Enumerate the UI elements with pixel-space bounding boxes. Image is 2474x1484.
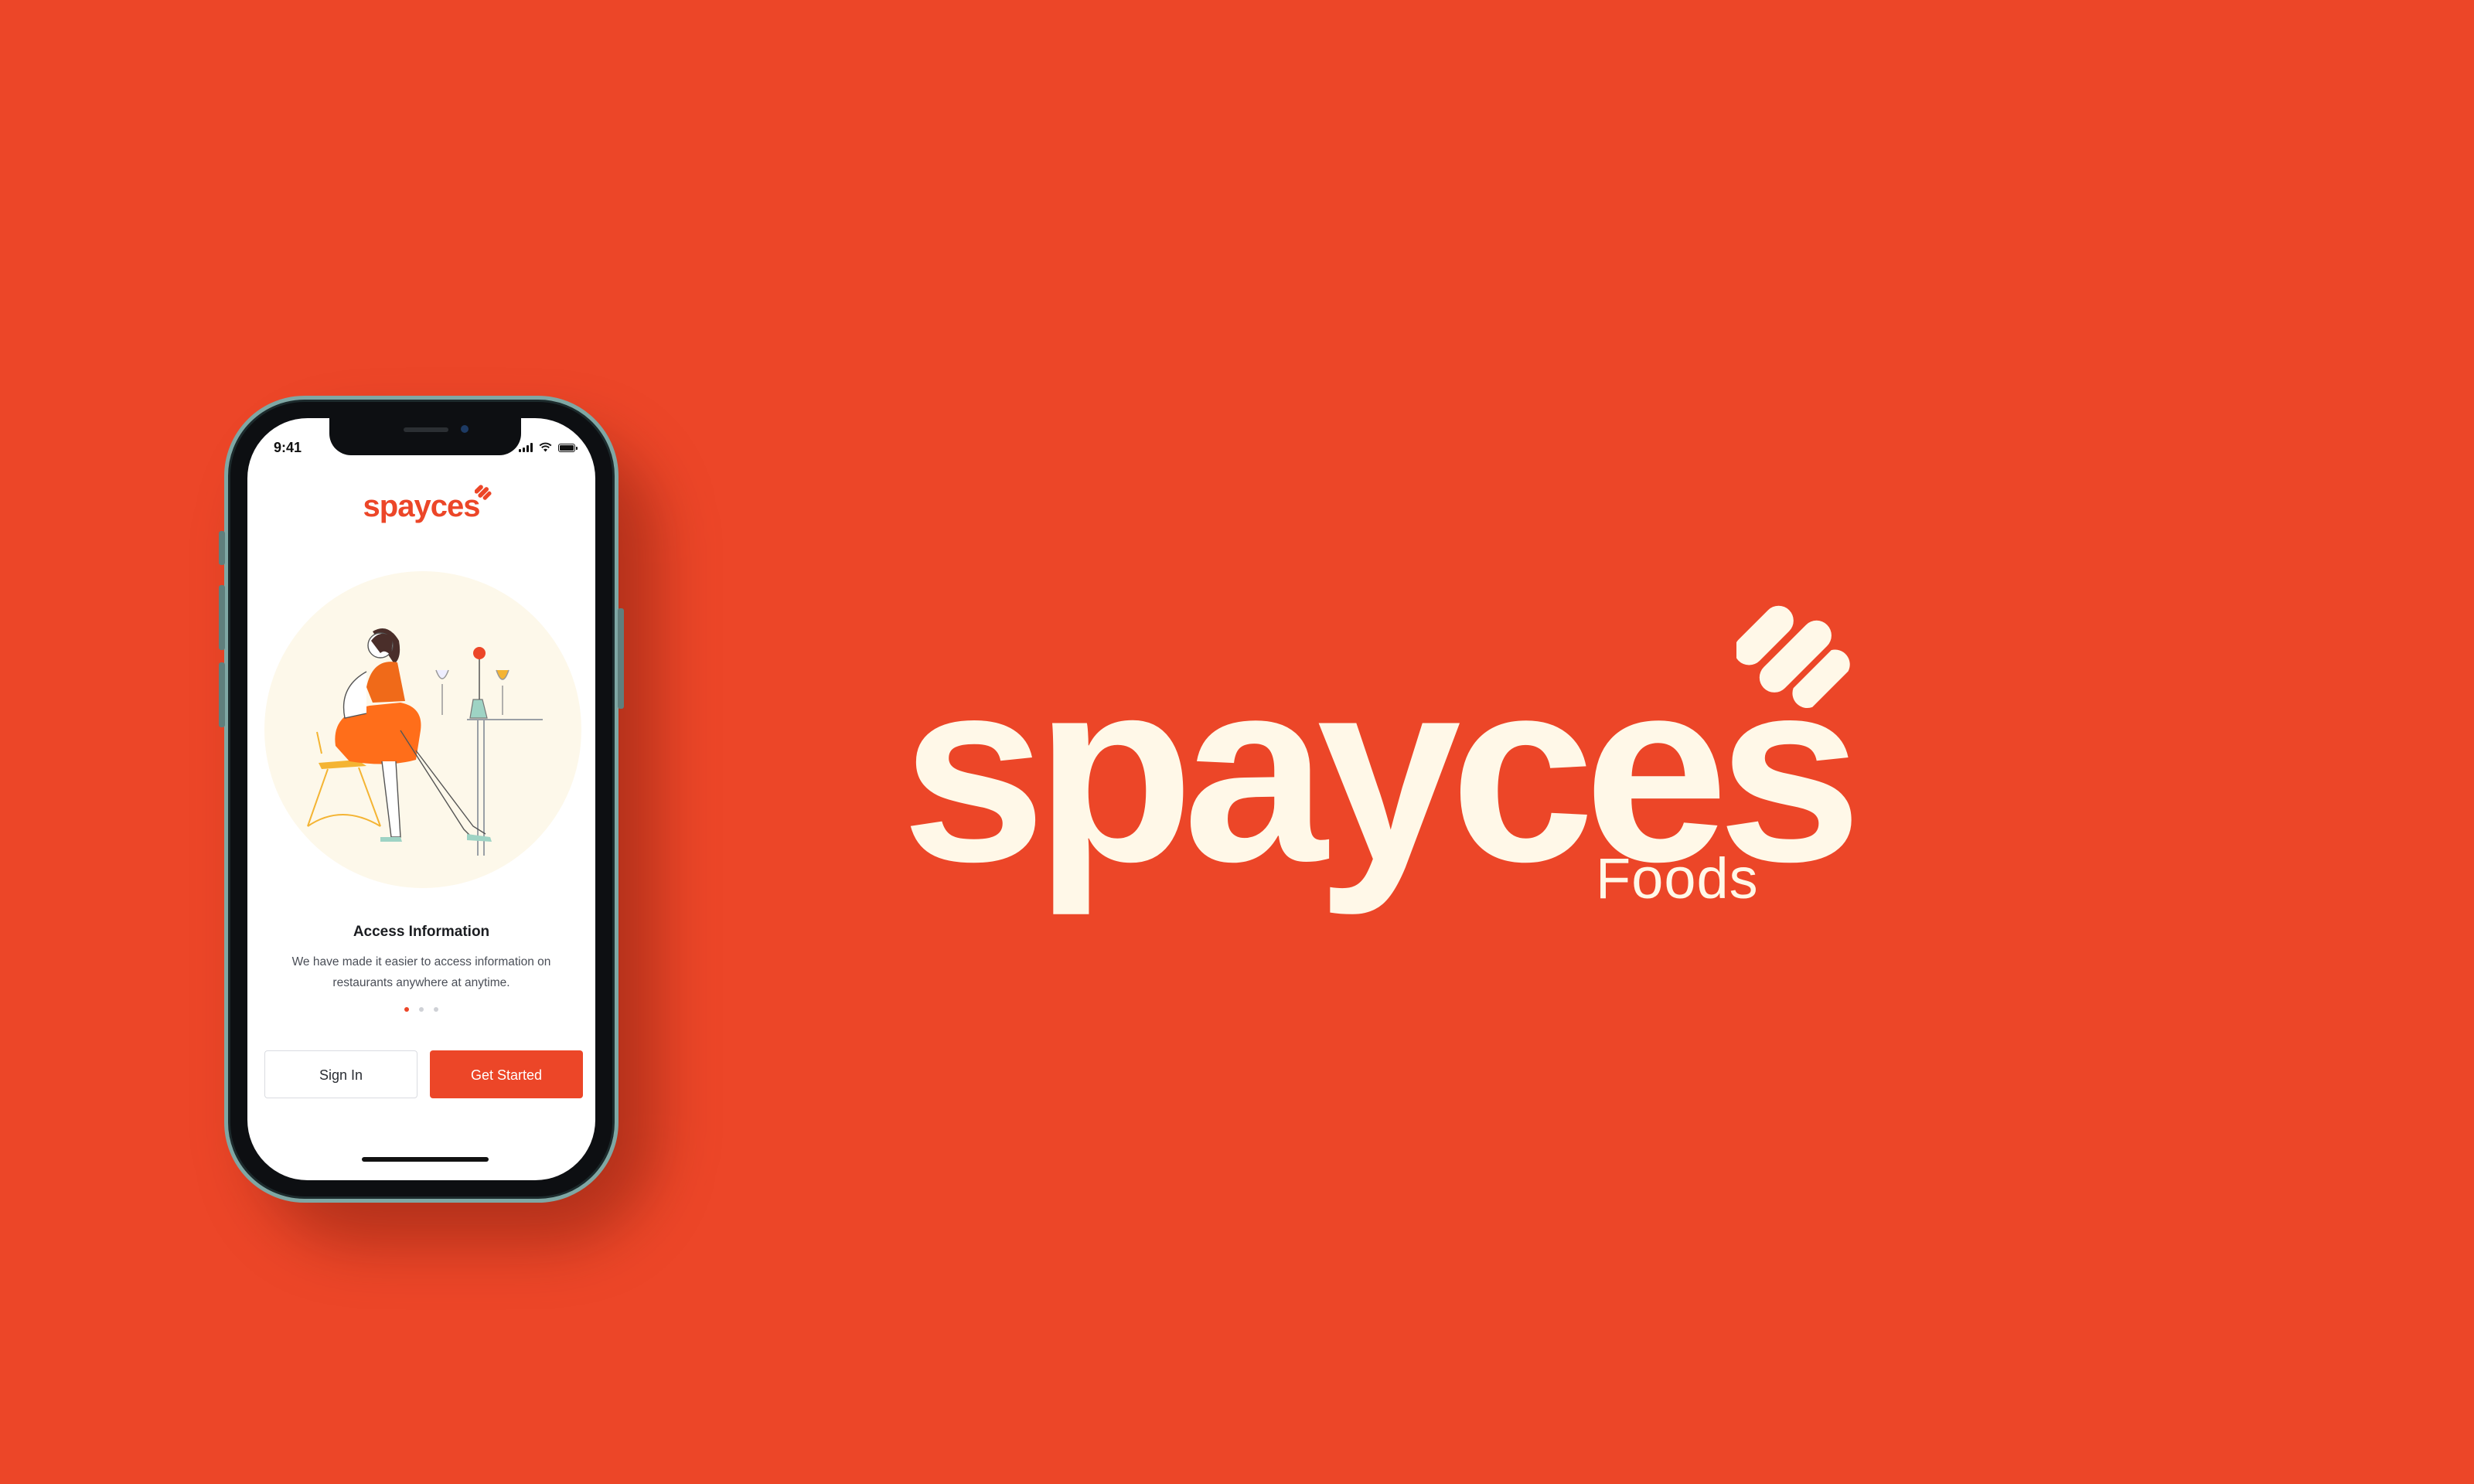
- pagination-dot-1[interactable]: [404, 1007, 409, 1012]
- onboarding-title: Access Information: [353, 924, 490, 940]
- sign-in-button[interactable]: Sign In: [264, 1050, 417, 1098]
- phone-volume-down-button: [219, 662, 225, 727]
- status-icons: [519, 441, 578, 452]
- brand-logo-mark-icon: [1736, 605, 1850, 709]
- front-camera: [461, 425, 469, 433]
- wifi-icon: [539, 442, 552, 452]
- brand-subtitle: Foods: [1596, 846, 1759, 910]
- home-indicator[interactable]: [362, 1157, 489, 1162]
- phone-power-button: [618, 608, 624, 709]
- speaker-grille: [404, 427, 448, 432]
- phone-notch: [329, 418, 521, 455]
- phone-screen: 9:41 spayces Access Information We have …: [247, 418, 595, 1180]
- pagination-dot-2[interactable]: [419, 1007, 424, 1012]
- onboarding-description: We have made it easier to access informa…: [291, 955, 551, 989]
- onboarding-illustration: [264, 571, 581, 888]
- pagination-dot-3[interactable]: [434, 1007, 438, 1012]
- status-time: 9:41: [274, 440, 302, 455]
- app-logo: spayces: [247, 485, 595, 524]
- phone-side-button: [219, 531, 225, 565]
- pagination-dots: [247, 1007, 595, 1012]
- battery-icon: [558, 444, 578, 452]
- app-logo-mark-icon: [475, 485, 492, 500]
- phone-volume-up-button: [219, 585, 225, 650]
- phone-mockup: 9:41 spayces Access Information We have …: [219, 396, 624, 1203]
- cellular-signal-icon: [519, 442, 533, 452]
- app-logo-text: spayces: [363, 489, 481, 523]
- get-started-button[interactable]: Get Started: [430, 1050, 583, 1098]
